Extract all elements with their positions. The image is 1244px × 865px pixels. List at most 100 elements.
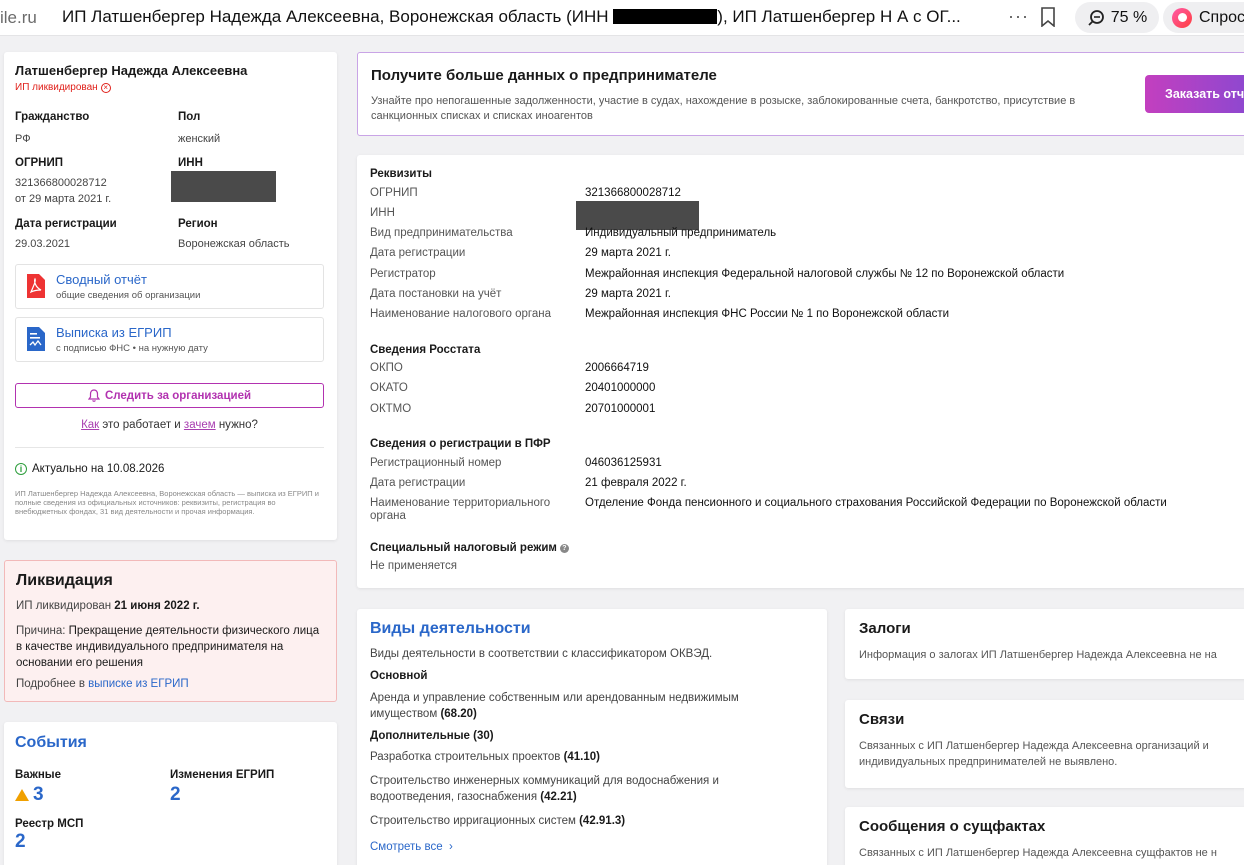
req-value: Отделение Фонда пенсионного и социальног… (585, 497, 1167, 509)
browser-toolbar: ile.ru ИП Латшенбергер Надежда Алексеевн… (0, 0, 1244, 36)
req-key: Регистрационный номер (370, 457, 502, 469)
pdf-icon (27, 274, 45, 298)
activities-card: Виды деятельности Виды деятельности в со… (357, 609, 827, 865)
pfr-title: Сведения о регистрации в ПФР (370, 438, 551, 450)
req-value: 29 марта 2021 г. (585, 288, 671, 300)
bell-icon (87, 389, 100, 402)
follow-label: Следить за организацией (104, 389, 252, 402)
zoom-level: 75 % (1110, 8, 1148, 26)
ogrnip-date: от 29 марта 2021 г. (15, 193, 112, 205)
req-key: Регистратор (370, 268, 436, 280)
redacted-inn (576, 201, 699, 230)
requisites-title: Реквизиты (370, 168, 432, 180)
req-key: Наименование территориального органа (370, 497, 551, 522)
material-facts-description: Связанных с ИП Латшенбергер Надежда Алек… (859, 847, 1217, 859)
help-icon[interactable]: ? (559, 544, 569, 553)
why-link[interactable]: зачем (184, 419, 216, 431)
extra-activities-label: Дополнительные (30) (370, 730, 494, 742)
egrip-extract-link[interactable]: Выписка из ЕГРИП с подписью ФНС • на нуж… (15, 317, 324, 362)
sex-value: женский (178, 133, 221, 145)
important-label: Важные (15, 769, 62, 781)
okato-value[interactable]: 20401000000 (585, 382, 655, 394)
region-value: Воронежская область (178, 238, 290, 250)
seo-description: ИП Латшенбергер Надежда Алексеевна, Воро… (15, 489, 319, 516)
egrip-extract-subtitle: с подписью ФНС • на нужную дату (56, 343, 208, 354)
warning-icon (15, 789, 29, 801)
events-title[interactable]: События (15, 734, 87, 752)
liquidation-date: ИП ликвидирован 21 июня 2022 г. (16, 600, 200, 612)
activity-item: Строительство инженерных коммуникаций дл… (370, 775, 719, 803)
summary-report-link[interactable]: Сводный отчёт общие сведения об организа… (15, 264, 324, 309)
signed-document-icon (27, 327, 45, 351)
zoom-icon (1088, 9, 1104, 26)
material-facts-title: Сообщения о сущфактах (859, 818, 1046, 835)
regdate-label: Дата регистрации (15, 218, 117, 230)
egrip-changes-count[interactable]: 2 (170, 784, 181, 806)
links-card: Связи Связанных с ИП Латшенбергер Надежд… (845, 700, 1244, 788)
req-value: 21 февраля 2022 г. (585, 477, 687, 489)
status-badge: ИП ликвидирован × (15, 82, 111, 93)
citizenship-label: Гражданство (15, 111, 90, 123)
redacted-inn (171, 171, 276, 202)
info-icon: i (15, 463, 27, 475)
req-value-ogrnip[interactable]: 321366800028712 (585, 187, 681, 199)
order-report-button[interactable]: Заказать отчёт (1145, 75, 1244, 113)
req-key: Дата регистрации (370, 477, 466, 489)
citizenship-value: РФ (15, 133, 31, 145)
oktmo-value[interactable]: 20701000001 (585, 403, 655, 415)
req-key: Дата постановки на учёт (370, 288, 502, 300)
msp-registry-label: Реестр МСП (15, 818, 84, 830)
pledges-card: Залоги Информация о залогах ИП Латшенбер… (845, 609, 1244, 679)
see-all-activities-link[interactable]: Смотреть все › (370, 841, 453, 853)
activity-item: Строительство ирригационных систем (42.9… (370, 815, 626, 827)
egrip-extract-inline-link[interactable]: выписке из ЕГРИП (88, 678, 189, 690)
req-key: ИНН (370, 207, 395, 219)
req-key: Наименование налогового органа (370, 308, 552, 320)
activities-title[interactable]: Виды деятельности (370, 620, 531, 638)
entrepreneur-name: Латшенбергер Надежда Алексеевна (15, 63, 248, 78)
important-count[interactable]: 3 (15, 784, 44, 806)
main-activity-label: Основной (370, 670, 428, 682)
sex-label: Пол (178, 111, 201, 123)
req-value: Межрайонная инспекция Федеральной налого… (585, 268, 1065, 280)
promo-description: Узнайте про непогашенные задолженности, … (371, 95, 1076, 122)
req-key: ОКАТО (370, 382, 408, 394)
req-key: ОКПО (370, 362, 403, 374)
ogrnip-value[interactable]: 321366800028712 (15, 177, 107, 189)
main-activity: Аренда и управление собственным или арен… (370, 692, 739, 720)
tax-regime-title: Специальный налоговый режим? (370, 542, 569, 554)
redacted-inn (613, 9, 718, 24)
material-facts-card: Сообщения о сущфактах Связанных с ИП Лат… (845, 807, 1244, 865)
summary-report-subtitle: общие сведения об организации (56, 290, 201, 301)
browser-domain[interactable]: ile.ru (0, 8, 37, 28)
okpo-value[interactable]: 2006664719 (585, 362, 649, 374)
liquidated-icon: × (100, 82, 111, 93)
activities-subtitle: Виды деятельности в соответствии с класс… (370, 648, 713, 660)
req-key: ОКТМО (370, 403, 412, 415)
how-link[interactable]: Как (81, 419, 99, 431)
msp-registry-count[interactable]: 2 (15, 831, 26, 853)
region-label: Регион (178, 218, 218, 230)
actuality-date: i Актуально на 10.08.2026 (15, 463, 164, 475)
bookmark-icon[interactable] (1040, 7, 1056, 27)
summary-report-title: Сводный отчёт (56, 272, 147, 287)
liquidation-more: Подробнее в выписке из ЕГРИП (16, 678, 189, 690)
req-key: Вид предпринимательства (370, 227, 513, 239)
ask-button[interactable]: Спрос (1163, 2, 1244, 33)
pledges-title: Залоги (859, 620, 911, 637)
tax-regime-value: Не применяется (370, 560, 457, 572)
req-value: Межрайонная инспекция ФНС России № 1 по … (585, 308, 950, 320)
liquidation-title: Ликвидация (16, 572, 113, 589)
more-icon[interactable]: ··· (1008, 6, 1029, 27)
req-key: ОГРНИП (370, 187, 418, 199)
promo-title: Получите больше данных о предпринимателе (371, 67, 717, 84)
promo-banner: Получите больше данных о предпринимателе… (357, 52, 1244, 136)
follow-organization-button[interactable]: Следить за организацией (15, 383, 324, 408)
egrip-extract-title: Выписка из ЕГРИП (56, 325, 172, 340)
zoom-button[interactable]: 75 % (1075, 2, 1159, 33)
alice-icon (1172, 7, 1192, 28)
ask-label: Спрос (1199, 8, 1244, 26)
req-key: Дата регистрации (370, 247, 466, 259)
pfr-number[interactable]: 046036125931 (585, 457, 662, 469)
rosstat-title: Сведения Росстата (370, 344, 481, 356)
